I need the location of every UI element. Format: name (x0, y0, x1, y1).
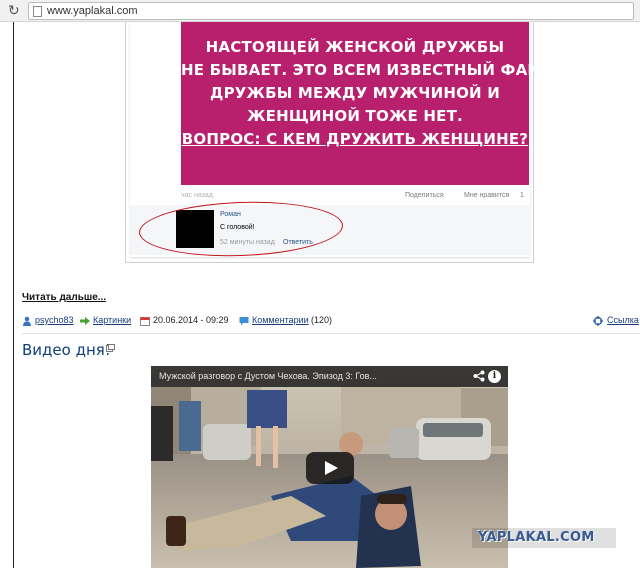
meme-line: ЖЕНЩИНОЙ ТОЖЕ НЕТ. (247, 107, 463, 125)
meme-line: НЕ БЫВАЕТ. ЭТО ВСЕМ ИЗВЕСТНЫЙ ФАКТ. (181, 61, 557, 79)
article-meta: psycho83 Картинки 20.06.2014 - 09:29 Ком… (22, 315, 640, 329)
post-date: 20.06.2014 - 09:29 (153, 315, 229, 325)
category-link[interactable]: Картинки (93, 315, 131, 325)
browser-toolbar: ↻ www.yaplakal.com (0, 0, 640, 22)
like-label: Мне нравится (464, 192, 510, 199)
author-link[interactable]: psycho83 (35, 315, 74, 325)
link-icon (593, 316, 603, 326)
calendar-icon (140, 317, 150, 326)
video-player[interactable]: Мужской разговор с Дустом Чехова. Эпизод… (151, 366, 508, 568)
permalink-link[interactable]: Ссылка (607, 315, 639, 325)
meme-line: ДРУЖБЫ МЕЖДУ МУЖЧИНОЙ И (210, 84, 500, 102)
reload-icon[interactable]: ↻ (8, 3, 24, 19)
read-more-link[interactable]: Читать дальше... (22, 292, 106, 303)
page: ↻ www.yaplakal.com НАСТОЯЩЕЙ ЖЕНСКОЙ ДРУ… (0, 0, 640, 568)
meme-image: НАСТОЯЩЕЙ ЖЕНСКОЙ ДРУЖБЫ НЕ БЫВАЕТ. ЭТО … (181, 22, 557, 185)
video-heading[interactable]: Видео дня! (22, 341, 111, 359)
address-bar[interactable]: www.yaplakal.com (28, 2, 634, 20)
meme-line: ВОПРОС: С КЕМ ДРУЖИТЬ ЖЕНЩИНЕ? (181, 130, 529, 148)
meme-line: НАСТОЯЩЕЙ ЖЕНСКОЙ ДРУЖБЫ (205, 38, 505, 56)
video-titlebar: Мужской разговор с Дустом Чехова. Эпизод… (151, 366, 508, 387)
video-title[interactable]: Мужской разговор с Дустом Чехова. Эпизод… (159, 371, 377, 381)
post-image[interactable]: НАСТОЯЩЕЙ ЖЕНСКОЙ ДРУЖБЫ НЕ БЫВАЕТ. ЭТО … (125, 22, 557, 263)
comment-icon (239, 317, 249, 326)
external-link-icon[interactable] (106, 344, 115, 352)
divider (22, 333, 640, 334)
content-border (13, 22, 14, 568)
comments-count: (120) (311, 315, 333, 325)
comments-link[interactable]: Комментарии (252, 315, 309, 325)
user-icon (23, 316, 31, 326)
meme-text: НАСТОЯЩЕЙ ЖЕНСКОЙ ДРУЖБЫ НЕ БЫВАЕТ. ЭТО … (181, 36, 557, 151)
url-text[interactable]: www.yaplakal.com (47, 5, 137, 17)
arrow-right-icon (80, 317, 90, 325)
watermark: YAPLAKAL.COM (478, 530, 595, 545)
like-count: 1 (520, 192, 524, 199)
play-icon (325, 461, 338, 475)
page-icon (33, 6, 42, 17)
share-label: Поделиться (405, 192, 444, 199)
info-icon[interactable]: i (488, 370, 501, 383)
social-screenshot: НАСТОЯЩЕЙ ЖЕНСКОЙ ДРУЖБЫ НЕ БЫВАЕТ. ЭТО … (130, 22, 557, 260)
play-button[interactable] (306, 452, 354, 484)
share-icon[interactable] (473, 370, 485, 382)
post-time: час назад (181, 192, 213, 199)
